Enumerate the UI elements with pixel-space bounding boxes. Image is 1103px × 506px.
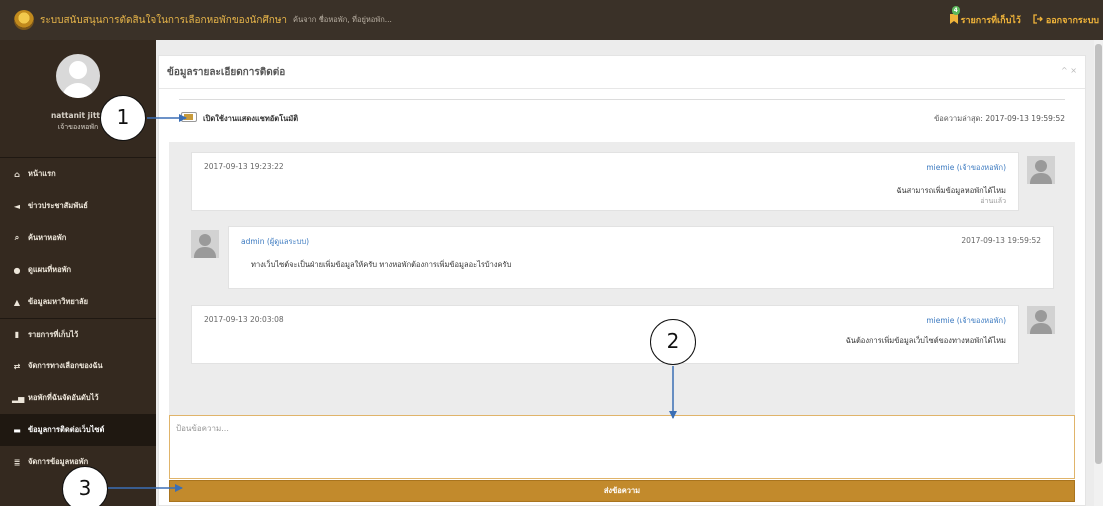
map-marker-icon: ● xyxy=(13,265,21,275)
message-text: ทางเว็บไซต์จะเป็นฝ่ายเพิ่มข้อมูลให้ครับ … xyxy=(251,260,512,269)
sidebar-item-home[interactable]: ⌂ หน้าแรก xyxy=(0,158,156,190)
chat-message: admin (ผู้ดูแลระบบ) 2017-09-13 19:59:52 … xyxy=(228,226,1054,289)
auto-chat-toggle[interactable] xyxy=(181,112,197,122)
sidebar-item-label: หน้าแรก xyxy=(28,169,56,178)
sidebar-item-university[interactable]: ▲ ข้อมูลมหาวิทยาลัย xyxy=(0,286,156,318)
user-avatar-icon xyxy=(1027,306,1055,334)
sidebar-item-label: ข่าวประชาสัมพันธ์ xyxy=(28,201,88,210)
bookmark-icon: 4 xyxy=(949,5,960,27)
sidebar-item-news[interactable]: ◄ ข่าวประชาสัมพันธ์ xyxy=(0,190,156,222)
page-scrollbar[interactable] xyxy=(1094,40,1103,506)
divider xyxy=(159,88,1085,89)
sign-out-icon xyxy=(1033,13,1043,27)
exchange-icon: ⇄ xyxy=(13,361,21,371)
logout-label: ออกจากระบบ xyxy=(1045,16,1099,26)
sidebar-item-label: ค้นหาหอพัก xyxy=(28,233,67,242)
chat-area[interactable]: 2017-09-13 19:23:22 miemie (เจ้าของหอพัก… xyxy=(169,142,1075,417)
sidebar-item-label: ข้อมูลการติดต่อเว็บไซต์ xyxy=(28,425,105,434)
bar-chart-icon: ▂▅ xyxy=(12,393,25,403)
latest-message-time: ข้อความล่าสุด: 2017-09-13 19:59:52 xyxy=(934,114,1065,123)
panel-title: ข้อมูลรายละเอียดการติดต่อ xyxy=(167,67,286,78)
sidebar-item-my-choices[interactable]: ⇄ จัดการทางเลือกของฉัน xyxy=(0,350,156,382)
logout-link[interactable]: ออกจากระบบ xyxy=(1033,13,1099,27)
callout-2: 2 xyxy=(650,319,696,365)
bookmarks-label: รายการที่เก็บไว้ xyxy=(960,16,1021,26)
university-logo-icon xyxy=(14,10,34,30)
bookmark-icon: ▮ xyxy=(14,330,20,339)
graduation-cap-icon: ▲ xyxy=(13,297,21,307)
chat-message: 2017-09-13 19:23:22 miemie (เจ้าของหอพัก… xyxy=(191,152,1019,211)
sidebar-item-label: จัดการทางเลือกของฉัน xyxy=(28,361,103,370)
sidebar-item-contact[interactable]: ▬ ข้อมูลการติดต่อเว็บไซต์ xyxy=(0,414,156,446)
message-date: 2017-09-13 20:03:08 xyxy=(204,315,284,324)
sidebar-item-bookmarks[interactable]: ▮ รายการที่เก็บไว้ xyxy=(0,318,156,350)
message-sender[interactable]: admin (ผู้ดูแลระบบ) xyxy=(241,236,309,248)
search-icon: ⌕ xyxy=(14,233,20,242)
message-date: 2017-09-13 19:23:22 xyxy=(204,162,284,171)
chat-message: 2017-09-13 20:03:08 miemie (เจ้าของหอพัก… xyxy=(191,305,1019,364)
message-input[interactable] xyxy=(169,415,1075,479)
divider xyxy=(179,99,1065,100)
home-icon: ⌂ xyxy=(14,169,20,179)
message-sender[interactable]: miemie (เจ้าของหอพัก) xyxy=(926,315,1006,327)
sidebar-item-label: รายการที่เก็บไว้ xyxy=(28,329,79,339)
contact-detail-panel: ข้อมูลรายละเอียดการติดต่อ ^ × เปิดใช้งาน… xyxy=(158,55,1086,506)
message-read-status: อ่านแล้ว xyxy=(980,197,1006,205)
search-hint[interactable]: ค้นจาก ชื่อหอพัก, ที่อยู่หอพัก... xyxy=(293,14,392,26)
bookmark-count-badge: 4 xyxy=(951,5,960,15)
bookmarks-link[interactable]: 4 รายการที่เก็บไว้ xyxy=(949,5,1021,27)
megaphone-icon: ◄ xyxy=(13,201,21,211)
sidebar-item-label: หอพักที่ฉันจัดอันดับไว้ xyxy=(28,393,99,402)
auto-chat-toggle-label: เปิดใช้งานแสดงแชทอัตโนมัติ xyxy=(203,114,299,123)
message-text: ฉันต้องการเพิ่มข้อมูลเว็บไซต์ของทางหอพัก… xyxy=(845,336,1006,345)
sidebar-item-rankings[interactable]: ▂▅ หอพักที่ฉันจัดอันดับไว้ xyxy=(0,382,156,414)
sidebar-item-search[interactable]: ⌕ ค้นหาหอพัก xyxy=(0,222,156,254)
callout-1: 1 xyxy=(100,95,146,141)
scrollbar-thumb[interactable] xyxy=(1095,44,1102,464)
sidebar-item-label: ข้อมูลมหาวิทยาลัย xyxy=(28,297,89,306)
top-bar: ระบบสนับสนุนการตัดสินใจในการเลือกหอพักขอ… xyxy=(0,0,1103,40)
avatar xyxy=(56,54,100,98)
app-title[interactable]: ระบบสนับสนุนการตัดสินใจในการเลือกหอพักขอ… xyxy=(40,13,287,28)
sidebar-item-map[interactable]: ● ดูแผนที่หอพัก xyxy=(0,254,156,286)
message-date: 2017-09-13 19:59:52 xyxy=(961,236,1041,245)
callout-3: 3 xyxy=(62,466,108,506)
sidebar-item-label: ดูแผนที่หอพัก xyxy=(28,265,72,274)
message-sender[interactable]: miemie (เจ้าของหอพัก) xyxy=(926,162,1006,174)
user-avatar-icon xyxy=(191,230,219,258)
user-avatar-icon xyxy=(1027,156,1055,184)
send-message-button[interactable]: ส่งข้อความ xyxy=(169,480,1075,502)
list-icon: ≣ xyxy=(13,457,21,467)
panel-collapse-close-icons[interactable]: ^ × xyxy=(1061,66,1077,75)
comment-icon: ▬ xyxy=(13,425,21,435)
